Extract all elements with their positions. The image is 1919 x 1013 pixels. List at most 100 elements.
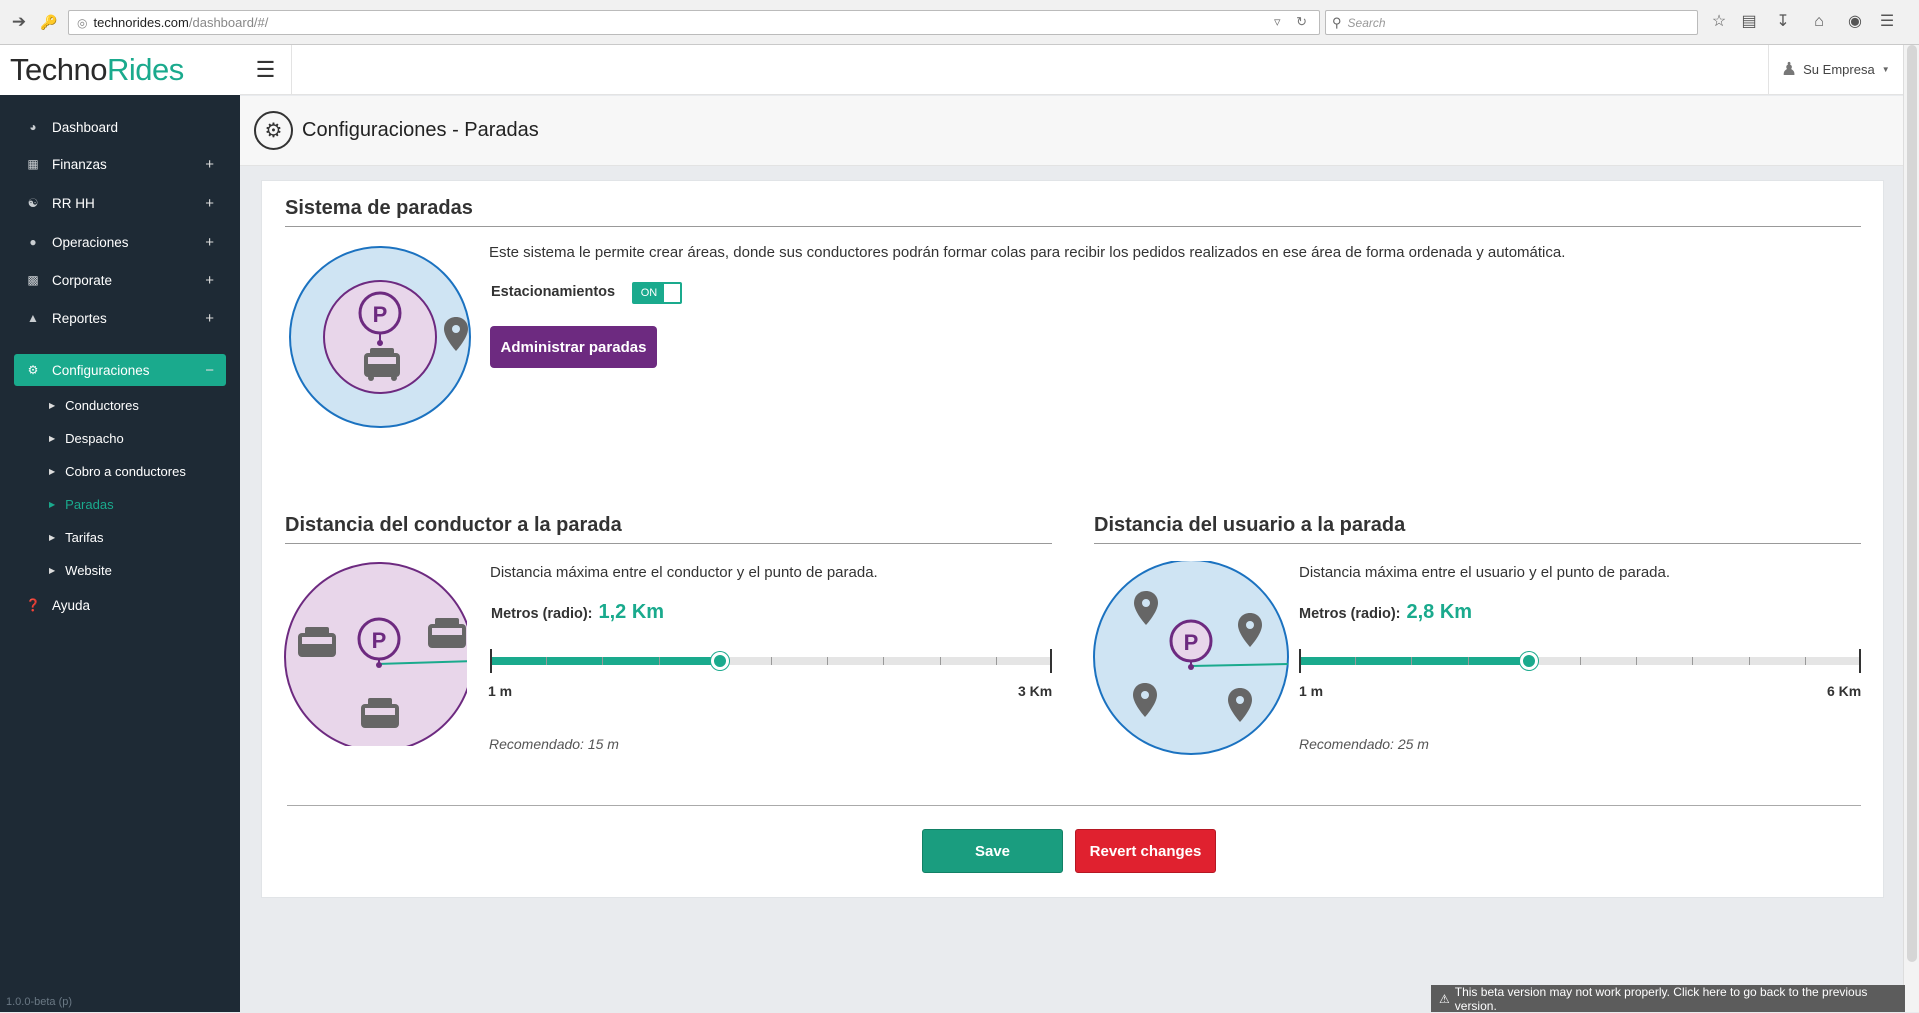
search-placeholder: Search [1347,15,1386,30]
home-icon[interactable]: ⌂ [1808,11,1830,33]
revert-changes-button[interactable]: Revert changes [1075,829,1216,873]
submenu-item-label: Tarifas [65,529,104,545]
sidebar-item-label: RR HH [52,195,95,211]
caret-right-icon: ▶ [49,499,56,509]
sidebar-item-label: Corporate [52,272,113,288]
parking-label: Estacionamientos [491,284,616,300]
slider-tick [1467,657,1469,665]
slider-tick [1355,657,1357,665]
sidebar-item-operaciones[interactable]: ● Operaciones + [14,227,226,257]
page-title: Configuraciones - Paradas [302,119,539,141]
expand-plus-icon: + [205,155,214,173]
sidebar-item-finanzas[interactable]: ▦ Finanzas + [14,149,226,179]
slider-tick [883,657,885,665]
slider-end-mark [1299,649,1301,673]
slider-tick [827,657,829,665]
slider-tick [995,657,997,665]
submenu-item-label: Despacho [65,430,124,446]
sidebar-item-corporate[interactable]: ▩ Corporate + [14,265,226,295]
hamburger-menu-icon[interactable]: ☰ [240,45,292,94]
submenu-item-website[interactable]: ▶ Website [49,560,112,580]
collapse-minus-icon: − [205,361,214,379]
caret-right-icon: ▶ [49,565,56,575]
reading-list-icon[interactable]: ▤ [1738,11,1760,33]
stops-description: Este sistema le permite crear áreas, don… [489,244,1566,261]
download-icon[interactable]: ↧ [1772,11,1794,33]
sidebar-item-ayuda[interactable]: ❓ Ayuda [14,590,226,620]
submenu-item-conductores[interactable]: ▶ Conductores [49,395,139,415]
scrollbar-thumb[interactable] [1907,45,1917,962]
scrollbar[interactable] [1903,45,1919,1012]
sidebar-item-label: Reportes [52,310,107,326]
slider-tick [546,657,548,665]
slider-handle[interactable] [1520,652,1539,670]
driver-distance-illustration: P [284,562,467,746]
beta-notice[interactable]: ⚠ This beta version may not work properl… [1431,984,1905,1013]
sidebar-item-configuraciones[interactable]: ⚙ Configuraciones − [14,354,226,386]
driver-distance-value: Metros (radio): 1,2 Km [491,601,664,624]
submenu-item-cobro[interactable]: ▶ Cobro a conductores [49,461,186,481]
svg-text:P: P [372,628,387,653]
user-distance-title: Distancia del usuario a la parada [1094,514,1406,536]
slider-tick [1411,657,1413,665]
slider-min-label: 1 m [488,683,513,699]
sidebar-item-reportes[interactable]: ▲ Reportes + [14,303,226,333]
submenu-item-label: Website [65,562,112,578]
user-distance-description: Distancia máxima entre el usuario y el p… [1299,564,1671,581]
slider-end-mark [1859,649,1861,673]
metros-label: Metros (radio): [1299,606,1401,622]
help-icon: ❓ [25,598,41,612]
section-divider [285,226,1861,227]
back-arrow-icon[interactable]: ➔ [6,9,32,35]
slider-tick [1748,657,1750,665]
search-input[interactable]: ⚲ Search [1325,10,1698,35]
beta-notice-text: This beta version may not work properly.… [1454,984,1868,1013]
parking-toggle[interactable]: ON [632,282,682,304]
url-bar[interactable]: ◎ technorides.com/dashboard/#/ ▿ ↻ [68,10,1320,35]
slider-handle[interactable] [711,652,730,670]
slider-end-mark [490,649,492,673]
slider-tick [602,657,604,665]
briefcase-icon: ▩ [27,273,39,287]
submenu-item-label: Cobro a conductores [65,463,186,479]
slider-fill [1299,657,1530,665]
submenu-item-tarifas[interactable]: ▶ Tarifas [49,527,103,547]
page-header: ⚙ Configuraciones - Paradas [240,96,1903,166]
metros-label: Metros (radio): [491,606,593,622]
save-button[interactable]: Save [922,829,1063,873]
bookmark-star-icon[interactable]: ☆ [1708,11,1730,33]
warning-icon: ⚠ [1439,991,1450,1006]
section-divider [285,543,1052,544]
sidebar-item-label: Finanzas [52,156,107,172]
gear-icon: ⚙ [27,363,39,377]
key-icon[interactable]: 🔑 [36,9,62,35]
driver-recommended: Recomendado: 15 m [489,736,619,752]
reload-icon[interactable]: ▿ ↻ [1274,14,1313,30]
chat-icon[interactable]: ◉ [1844,11,1866,33]
driver-distance-description: Distancia máxima entre el conductor y el… [490,564,878,581]
expand-plus-icon: + [205,194,214,212]
driver-distance-title: Distancia del conductor a la parada [285,514,622,536]
caret-right-icon: ▶ [49,532,56,542]
slider-tick [1636,657,1638,665]
menu-icon[interactable]: ☰ [1876,11,1898,33]
slider-tick [658,657,660,665]
user-distance-slider[interactable] [1299,647,1861,675]
slider-fill [490,657,721,665]
slider-tick [1580,657,1581,665]
logo[interactable]: Techno Rides [0,45,240,95]
calculator-icon: ▦ [27,157,39,171]
user-menu[interactable]: ♟ Su Empresa ▼ [1768,45,1903,94]
manage-stops-button[interactable]: Administrar paradas [490,326,657,368]
sidebar-item-dashboard[interactable]: ◕ Dashboard [14,112,226,142]
driver-distance-slider[interactable] [490,647,1052,675]
url-path: /dashboard/#/ [188,15,269,30]
submenu-item-paradas[interactable]: ▶ Paradas [49,494,114,514]
expand-plus-icon: + [205,309,214,327]
toggle-on-label: ON [634,284,664,302]
logo-text-part1: Techno [10,52,107,87]
sidebar-item-label: Ayuda [52,597,91,613]
submenu-item-despacho[interactable]: ▶ Despacho [49,428,124,448]
sidebar-item-label: Dashboard [52,119,119,135]
sidebar-item-rrhh[interactable]: ☯ RR HH + [14,188,226,218]
